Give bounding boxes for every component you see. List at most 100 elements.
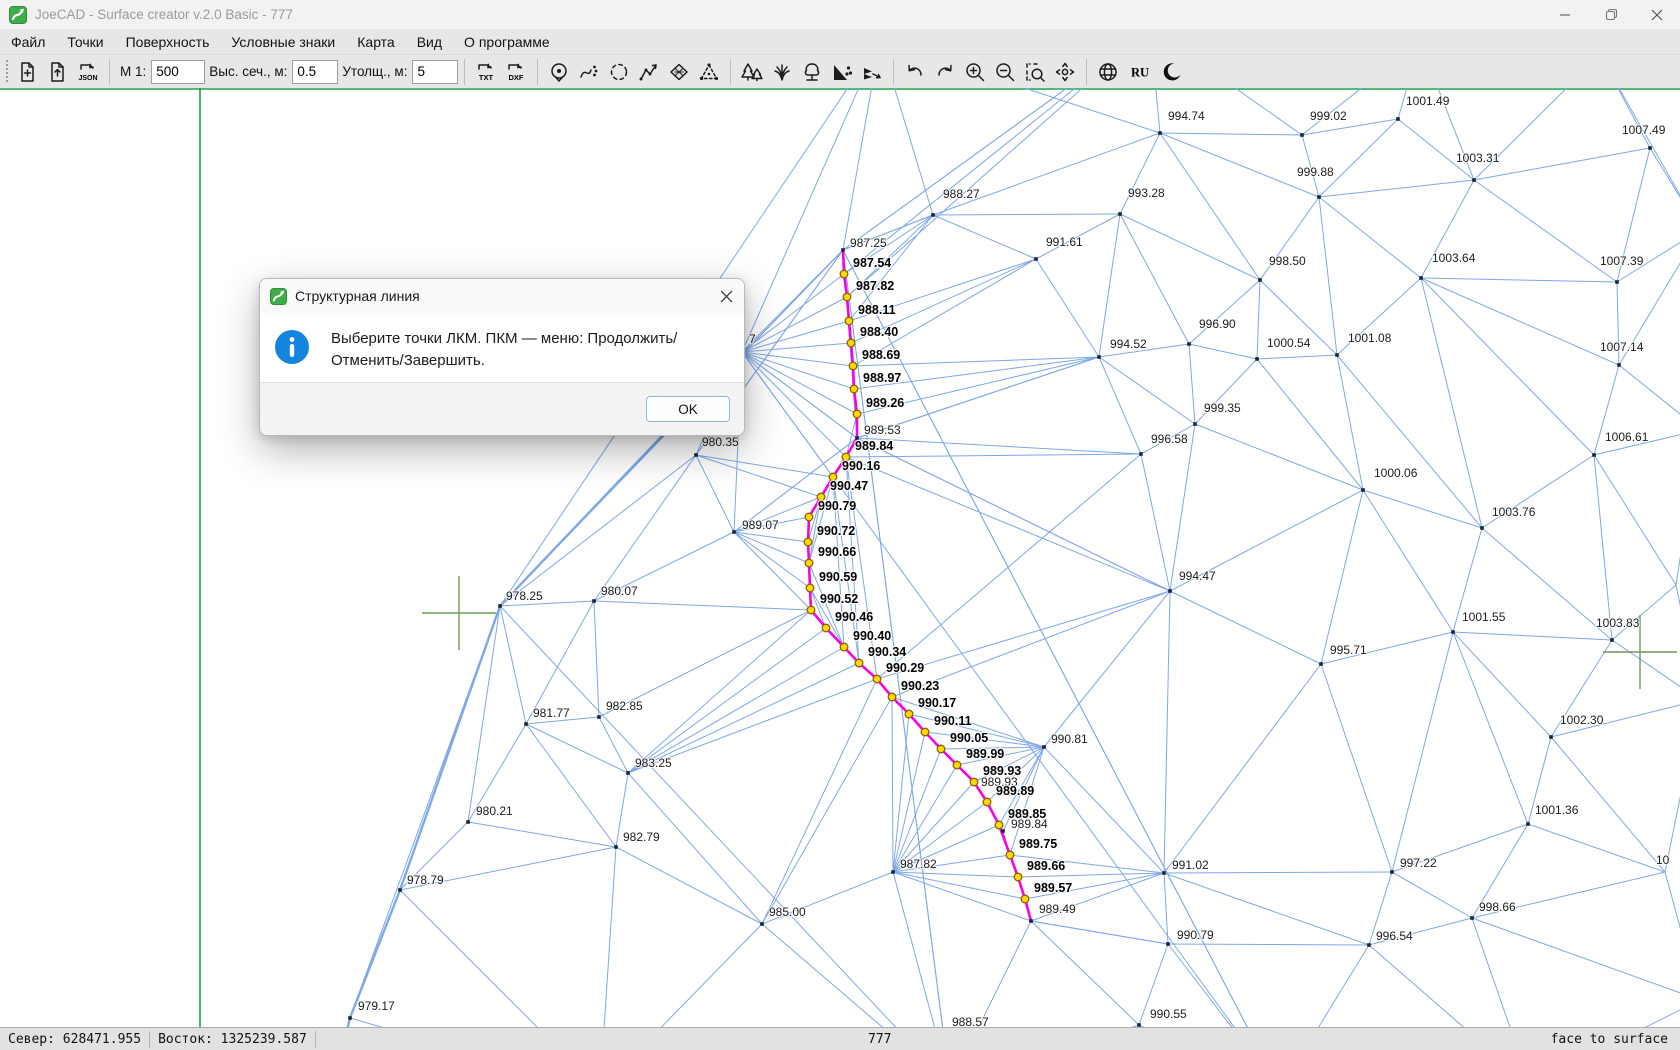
menu-item-0[interactable]: Файл — [0, 31, 56, 53]
tin-node[interactable] — [1029, 919, 1033, 923]
tin-node[interactable] — [1168, 589, 1172, 593]
slope-arrow-button[interactable] — [857, 58, 887, 86]
structure-point[interactable] — [853, 410, 861, 418]
file-import-button[interactable] — [43, 58, 73, 86]
structure-point[interactable] — [1021, 895, 1029, 903]
tin-node[interactable] — [1615, 280, 1619, 284]
tin-node[interactable] — [1361, 488, 1365, 492]
structure-point[interactable] — [937, 745, 945, 753]
file-new-button[interactable] — [13, 58, 43, 86]
toolbar-grip[interactable] — [5, 60, 9, 84]
section-height-input[interactable] — [292, 60, 338, 84]
tin-node[interactable] — [592, 599, 596, 603]
structure-point[interactable] — [995, 821, 1003, 829]
tin-node[interactable] — [1610, 638, 1614, 642]
tin-node[interactable] — [348, 1016, 352, 1020]
structure-point[interactable] — [805, 559, 813, 567]
tin-node[interactable] — [931, 213, 935, 217]
close-window-button[interactable] — [1634, 0, 1680, 29]
tin-node[interactable] — [1451, 630, 1455, 634]
tin-node[interactable] — [1319, 662, 1323, 666]
tin-node[interactable] — [1118, 212, 1122, 216]
menu-item-2[interactable]: Поверхность — [115, 31, 221, 53]
theme-moon-button[interactable] — [1157, 58, 1187, 86]
tin-node[interactable] — [398, 888, 402, 892]
structure-point[interactable] — [804, 538, 812, 546]
tin-node[interactable] — [1480, 526, 1484, 530]
tin-node[interactable] — [891, 870, 895, 874]
tin-node[interactable] — [1592, 453, 1596, 457]
structure-point[interactable] — [843, 293, 851, 301]
tin-node[interactable] — [732, 530, 736, 534]
spline-button[interactable] — [574, 58, 604, 86]
menu-item-5[interactable]: Вид — [406, 31, 453, 53]
tin-node[interactable] — [1300, 133, 1304, 137]
tin-node[interactable] — [597, 715, 601, 719]
ok-button[interactable]: OK — [646, 396, 730, 422]
tin-node[interactable] — [1097, 355, 1101, 359]
structure-point[interactable] — [888, 693, 896, 701]
dialog-titlebar[interactable]: Структурная линия — [260, 279, 744, 313]
tin-node[interactable] — [1648, 146, 1652, 150]
language-globe-button[interactable] — [1093, 58, 1123, 86]
tin-node[interactable] — [1472, 178, 1476, 182]
file-json-button[interactable]: JSON — [73, 58, 103, 86]
structure-point[interactable] — [806, 584, 814, 592]
tin-node[interactable] — [1193, 422, 1197, 426]
dashed-contour-button[interactable] — [604, 58, 634, 86]
thickening-input[interactable] — [412, 60, 458, 84]
zoom-in-button[interactable] — [960, 58, 990, 86]
export-txt-button[interactable]: TXT — [471, 58, 501, 86]
deciduous-tree-button[interactable] — [797, 58, 827, 86]
structure-point[interactable] — [840, 643, 848, 651]
tin-node[interactable] — [1139, 452, 1143, 456]
structure-point[interactable] — [849, 362, 857, 370]
tin-node[interactable] — [760, 922, 764, 926]
conifer-trees-button[interactable] — [737, 58, 767, 86]
slope-points-button[interactable] — [827, 58, 857, 86]
tin-node[interactable] — [1158, 131, 1162, 135]
tin-node[interactable] — [1258, 278, 1262, 282]
tin-node[interactable] — [524, 722, 528, 726]
structure-point[interactable] — [822, 624, 830, 632]
triangulation-button[interactable] — [694, 58, 724, 86]
tin-node[interactable] — [694, 453, 698, 457]
structure-point[interactable] — [1014, 873, 1022, 881]
redo-button[interactable] — [930, 58, 960, 86]
tin-node[interactable] — [1549, 735, 1553, 739]
structure-point[interactable] — [807, 606, 815, 614]
tin-node[interactable] — [498, 604, 502, 608]
menu-item-6[interactable]: О программе — [453, 31, 561, 53]
tin-node[interactable] — [1317, 195, 1321, 199]
tin-node[interactable] — [1419, 276, 1423, 280]
tin-node[interactable] — [1255, 357, 1259, 361]
tin-node[interactable] — [1187, 342, 1191, 346]
tin-node[interactable] — [1335, 353, 1339, 357]
structure-point[interactable] — [850, 385, 858, 393]
point-marker-button[interactable] — [544, 58, 574, 86]
zoom-out-button[interactable] — [990, 58, 1020, 86]
tin-node[interactable] — [1166, 942, 1170, 946]
dialog-close-button[interactable] — [718, 288, 735, 305]
tin-node[interactable] — [1042, 745, 1046, 749]
tin-node[interactable] — [1617, 363, 1621, 367]
structure-point[interactable] — [905, 710, 913, 718]
tin-node[interactable] — [1390, 870, 1394, 874]
map-canvas[interactable]: 994.74999.021001.491007.491003.31999.889… — [0, 88, 1680, 1027]
structure-point[interactable] — [970, 778, 978, 786]
tin-node[interactable] — [1470, 916, 1474, 920]
structure-point[interactable] — [983, 798, 991, 806]
structure-point[interactable] — [921, 728, 929, 736]
tin-node[interactable] — [1396, 117, 1400, 121]
minimize-button[interactable] — [1542, 0, 1588, 29]
pan-button[interactable] — [1050, 58, 1080, 86]
menu-item-1[interactable]: Точки — [56, 31, 114, 53]
tin-node[interactable] — [1001, 829, 1005, 833]
lang-ru-button[interactable]: RU — [1123, 58, 1157, 86]
structure-point[interactable] — [840, 270, 848, 278]
polyline-button[interactable] — [634, 58, 664, 86]
structure-point[interactable] — [1006, 851, 1014, 859]
export-dxf-button[interactable]: DXF — [501, 58, 531, 86]
tin-node[interactable] — [841, 248, 845, 252]
tin-node[interactable] — [626, 771, 630, 775]
